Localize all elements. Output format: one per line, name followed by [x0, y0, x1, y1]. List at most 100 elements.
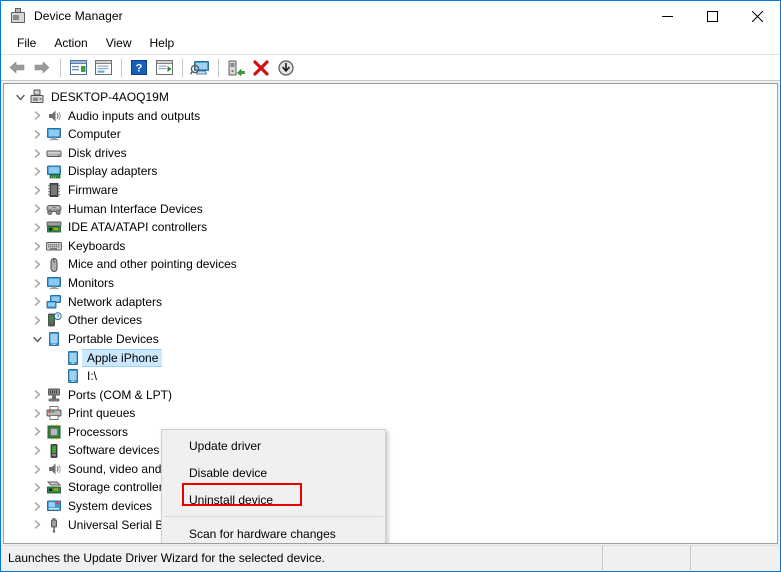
- update-driver-icon[interactable]: [224, 56, 248, 79]
- tree-node-monitors[interactable]: Monitors: [4, 274, 777, 293]
- system-device-icon: [45, 497, 63, 515]
- tree-node-keyboards[interactable]: Keyboards: [4, 237, 777, 256]
- context-menu-item-label: Update driver: [189, 438, 262, 453]
- context-menu-item-scan-for-hardware-changes[interactable]: Scan for hardware changes: [162, 520, 385, 543]
- tree-node-label: Monitors: [68, 275, 115, 290]
- chevron-right-icon[interactable]: [29, 479, 45, 497]
- tree-node-computer[interactable]: Computer: [4, 125, 777, 144]
- chevron-down-icon[interactable]: [12, 88, 28, 106]
- storage-controller-icon: [45, 479, 63, 497]
- toolbar-separator: [182, 58, 183, 77]
- tree-node-label: Firmware: [68, 182, 118, 197]
- chevron-right-icon[interactable]: [29, 163, 45, 181]
- tree-node-print-queues[interactable]: Print queues: [4, 404, 777, 423]
- device-tree-pane[interactable]: DESKTOP-4AOQ19M Audio inputs and outputs: [3, 83, 778, 544]
- chevron-right-icon[interactable]: [29, 256, 45, 274]
- tree-node-label: Network adapters: [68, 294, 163, 309]
- tree-node-display-adapters[interactable]: Display adapters: [4, 162, 777, 181]
- close-button[interactable]: [735, 1, 780, 31]
- chevron-right-icon[interactable]: [29, 218, 45, 236]
- chevron-right-icon[interactable]: [29, 423, 45, 441]
- portable-device-icon: [64, 367, 82, 385]
- tree-node-audio-inputs-and-outputs[interactable]: Audio inputs and outputs: [4, 107, 777, 126]
- chevron-right-icon[interactable]: [29, 386, 45, 404]
- tree-node-label: Processors: [68, 424, 129, 439]
- monitor-icon: [45, 125, 63, 143]
- chevron-right-icon[interactable]: [29, 442, 45, 460]
- help-icon[interactable]: ?: [127, 56, 151, 79]
- scan-icon[interactable]: [152, 56, 176, 79]
- tree-node-network-adapters[interactable]: Network adapters: [4, 293, 777, 312]
- minimize-button[interactable]: [645, 1, 690, 31]
- tree-node-label: Software devices: [68, 443, 160, 458]
- device-manager-icon: [10, 8, 26, 24]
- back-arrow-icon[interactable]: [5, 56, 29, 79]
- tree-node-firmware[interactable]: Firmware: [4, 181, 777, 200]
- tree-node-label: Keyboards: [68, 238, 126, 253]
- context-menu-item-disable-device[interactable]: Disable device: [162, 459, 385, 486]
- chevron-right-icon[interactable]: [29, 311, 45, 329]
- context-menu-separator: [164, 516, 383, 517]
- chevron-right-icon[interactable]: [29, 237, 45, 255]
- speaker-icon: [45, 460, 63, 478]
- svg-text:?: ?: [136, 63, 143, 75]
- tree-node-i-drive[interactable]: I:\: [4, 367, 777, 386]
- chevron-right-icon[interactable]: [29, 274, 45, 292]
- printer-icon: [45, 404, 63, 422]
- tree-node-software-devices[interactable]: Software devices: [4, 441, 777, 460]
- chevron-right-icon[interactable]: [29, 125, 45, 143]
- chevron-right-icon[interactable]: [29, 181, 45, 199]
- chevron-right-icon[interactable]: [29, 460, 45, 478]
- menu-bar: File Action View Help: [1, 31, 780, 54]
- chevron-right-icon[interactable]: [29, 107, 45, 125]
- properties-icon[interactable]: [91, 56, 115, 79]
- tree-node-ide-ata-atapi-controllers[interactable]: IDE ATA/ATAPI controllers: [4, 218, 777, 237]
- maximize-button[interactable]: [690, 1, 735, 31]
- chevron-right-icon[interactable]: [29, 404, 45, 422]
- tree-node-other-devices[interactable]: ? Other devices: [4, 311, 777, 330]
- menu-action[interactable]: Action: [45, 33, 96, 53]
- network-adapter-icon: [45, 293, 63, 311]
- toolbar-separator: [121, 58, 122, 77]
- tree-node-label: Other devices: [68, 313, 143, 328]
- tree-root-label: DESKTOP-4AOQ19M: [51, 90, 169, 104]
- tree-node-sound-video-game-controllers[interactable]: Sound, video and game controllers: [4, 460, 777, 479]
- chevron-right-icon[interactable]: [29, 497, 45, 515]
- uninstall-device-icon[interactable]: [249, 56, 273, 79]
- tree-node-label: Print queues: [68, 406, 136, 421]
- show-hide-console-tree-icon[interactable]: [66, 56, 90, 79]
- tree-node-apple-iphone[interactable]: Apple iPhone: [4, 348, 777, 367]
- tree-node-label: Audio inputs and outputs: [68, 108, 201, 123]
- chevron-right-icon[interactable]: [29, 293, 45, 311]
- tree-node-ports[interactable]: Ports (COM & LPT): [4, 386, 777, 405]
- display-adapter-icon: [45, 163, 63, 181]
- tree-node-human-interface-devices[interactable]: Human Interface Devices: [4, 200, 777, 219]
- chevron-right-icon[interactable]: [29, 200, 45, 218]
- computer-monitor-icon[interactable]: [188, 56, 212, 79]
- ide-controller-icon: [45, 218, 63, 236]
- context-menu-item-update-driver[interactable]: Update driver: [162, 432, 385, 459]
- tree-node-system-devices[interactable]: System devices: [4, 497, 777, 516]
- computer-root-icon: [28, 88, 46, 106]
- menu-help[interactable]: Help: [141, 33, 184, 53]
- tree-node-mice-and-other-pointing-devices[interactable]: Mice and other pointing devices: [4, 255, 777, 274]
- context-menu-item-uninstall-device[interactable]: Uninstall device: [162, 486, 385, 513]
- chevron-down-icon[interactable]: [29, 330, 45, 348]
- chevron-right-icon[interactable]: [29, 144, 45, 162]
- device-tree: DESKTOP-4AOQ19M Audio inputs and outputs: [4, 88, 777, 534]
- tree-node-usb-controllers[interactable]: Universal Serial Bus controllers: [4, 516, 777, 535]
- window-title: Device Manager: [34, 9, 123, 23]
- tree-root-node[interactable]: DESKTOP-4AOQ19M: [4, 88, 777, 107]
- tree-node-processors[interactable]: Processors: [4, 423, 777, 442]
- tree-node-portable-devices[interactable]: Portable Devices: [4, 330, 777, 349]
- disable-device-icon[interactable]: [274, 56, 298, 79]
- menu-file[interactable]: File: [8, 33, 45, 53]
- forward-arrow-icon[interactable]: [30, 56, 54, 79]
- tree-node-disk-drives[interactable]: Disk drives: [4, 144, 777, 163]
- menu-view[interactable]: View: [97, 33, 141, 53]
- toolbar-separator: [218, 58, 219, 77]
- chevron-right-icon[interactable]: [29, 516, 45, 534]
- unknown-device-icon: ?: [45, 311, 63, 329]
- processor-icon: [45, 423, 63, 441]
- tree-node-storage-controllers[interactable]: Storage controllers: [4, 478, 777, 497]
